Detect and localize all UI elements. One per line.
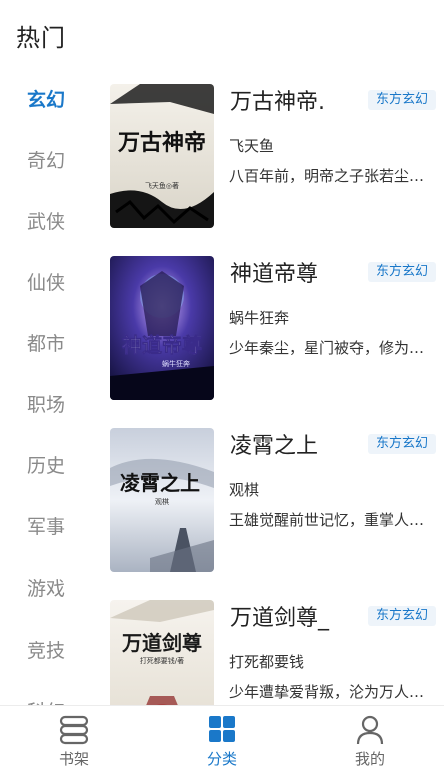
sidebar-item-kehuan[interactable]: 科幻 [0, 692, 92, 705]
book-description: 八百年前，明帝之子张若尘… [229, 167, 425, 185]
sidebar-item-xuanhuan[interactable]: 玄幻 [0, 80, 92, 120]
book-cover[interactable]: 凌霄之上 观棋 [110, 428, 214, 572]
book-description: 少年秦尘，星门被夺，修为… [229, 339, 425, 357]
book-card[interactable]: 万古神帝 飞天鱼◎著 万古神帝. 东方玄幻 飞天鱼 八百年前，明帝之子张若尘… [92, 72, 444, 244]
book-card[interactable]: 万道剑尊 打死都要钱/著 万道剑尊_ 东方玄幻 打死都要钱 少年遭挚爱背叛，沦为… [92, 588, 444, 705]
book-title[interactable]: 神道帝尊 [230, 256, 318, 288]
genre-tag: 东方玄幻 [367, 606, 436, 626]
book-title[interactable]: 万古神帝. [230, 84, 325, 116]
cover-author-text: 蜗牛狂奔 [162, 359, 190, 368]
sidebar-item-youxi[interactable]: 游戏 [0, 569, 92, 609]
genre-tag: 东方玄幻 [367, 262, 436, 282]
book-author: 蜗牛狂奔 [229, 309, 290, 327]
book-card[interactable]: 凌霄之上 观棋 凌霄之上 东方玄幻 观棋 王雄觉醒前世记忆，重掌人… [92, 416, 444, 588]
book-cover[interactable]: 神道帝尊 蜗牛狂奔 [110, 256, 214, 400]
book-author: 飞天鱼 [229, 137, 275, 155]
user-icon [352, 714, 388, 746]
genre-tag: 东方玄幻 [367, 90, 436, 110]
cover-title-text: 神道帝尊 [122, 333, 202, 357]
book-cover[interactable]: 万古神帝 飞天鱼◎著 [110, 84, 214, 228]
tab-profile[interactable]: 我的 [296, 706, 444, 773]
book-description: 王雄觉醒前世记忆，重掌人… [229, 511, 425, 529]
sidebar-item-xianxia[interactable]: 仙侠 [0, 263, 92, 303]
sidebar-item-zhichang[interactable]: 职场 [0, 385, 92, 425]
bottom-tab-bar: 书架 分类 我的 [0, 705, 444, 773]
tab-label: 分类 [206, 750, 237, 768]
book-title[interactable]: 万道剑尊_ [230, 600, 329, 632]
sidebar-item-dushi[interactable]: 都市 [0, 324, 92, 364]
cover-title-text: 凌霄之上 [120, 471, 200, 495]
tab-label: 书架 [58, 750, 89, 768]
category-sidebar[interactable]: 玄幻 奇幻 武侠 仙侠 都市 职场 历史 军事 游戏 竞技 科幻 [0, 72, 92, 705]
book-cover[interactable]: 万道剑尊 打死都要钱/著 [110, 600, 214, 705]
book-card[interactable]: 神道帝尊 蜗牛狂奔 神道帝尊 东方玄幻 蜗牛狂奔 少年秦尘，星门被夺，修为… [92, 244, 444, 416]
category-grid-icon [204, 714, 240, 746]
sidebar-item-junshi[interactable]: 军事 [0, 507, 92, 547]
cover-title-text: 万道剑尊 [121, 631, 202, 655]
sidebar-item-jingji[interactable]: 竞技 [0, 631, 92, 671]
book-title[interactable]: 凌霄之上 [230, 428, 318, 460]
tab-label: 我的 [354, 750, 385, 768]
cover-title-text: 万古神帝 [117, 130, 206, 156]
page-title: 热门 [16, 24, 66, 52]
book-list[interactable]: 万古神帝 飞天鱼◎著 万古神帝. 东方玄幻 飞天鱼 八百年前，明帝之子张若尘… [92, 72, 444, 705]
genre-tag: 东方玄幻 [367, 434, 436, 454]
book-author: 观棋 [229, 481, 260, 499]
cover-author-text: 打死都要钱/著 [140, 656, 184, 665]
cover-author-text: 观棋 [155, 497, 169, 506]
top-header: 热门 [0, 0, 444, 72]
book-description: 少年遭挚爱背叛，沦为万人… [229, 683, 425, 701]
book-author: 打死都要钱 [229, 653, 305, 671]
tab-bookshelf[interactable]: 书架 [0, 706, 148, 773]
sidebar-item-wuxia[interactable]: 武侠 [0, 202, 92, 242]
sidebar-item-qihuan[interactable]: 奇幻 [0, 141, 92, 181]
tab-category[interactable]: 分类 [148, 706, 296, 773]
sidebar-item-lishi[interactable]: 历史 [0, 446, 92, 486]
cover-author-text: 飞天鱼◎著 [145, 181, 179, 190]
bookshelf-icon [56, 714, 92, 746]
